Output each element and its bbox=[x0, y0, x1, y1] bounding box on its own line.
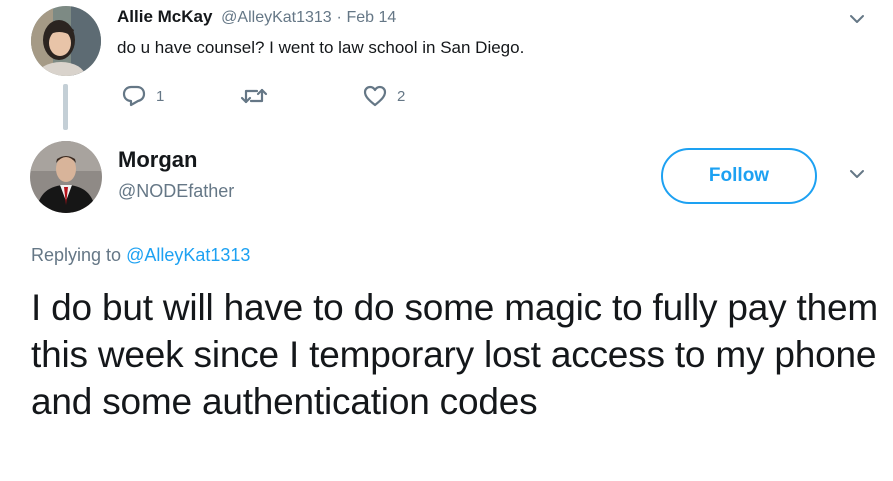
parent-tweet-header: Allie McKay @AlleyKat1313 · Feb 14 bbox=[117, 7, 396, 27]
replying-to-link[interactable]: @AlleyKat1313 bbox=[126, 245, 250, 265]
main-author-handle[interactable]: @NODEfather bbox=[118, 181, 234, 202]
avatar-image bbox=[30, 141, 102, 213]
reply-count: 1 bbox=[156, 87, 165, 105]
heart-icon bbox=[362, 84, 388, 108]
retweet-icon bbox=[239, 84, 269, 108]
reply-button[interactable]: 1 bbox=[121, 84, 164, 108]
chevron-down-icon[interactable] bbox=[846, 163, 868, 185]
tweet-conversation: Allie McKay @AlleyKat1313 · Feb 14 do u … bbox=[0, 0, 893, 481]
parent-author-handle[interactable]: @AlleyKat1313 bbox=[221, 9, 332, 26]
avatar-allie-mckay[interactable] bbox=[31, 6, 101, 76]
like-count: 2 bbox=[397, 87, 406, 105]
retweet-button[interactable] bbox=[239, 84, 278, 108]
avatar-image bbox=[31, 6, 101, 76]
avatar-morgan[interactable] bbox=[30, 141, 102, 213]
like-button[interactable]: 2 bbox=[362, 84, 405, 108]
main-tweet-text: I do but will have to do some magic to f… bbox=[31, 287, 878, 422]
thread-connector-line bbox=[63, 84, 68, 130]
follow-button[interactable]: Follow bbox=[661, 148, 817, 204]
parent-author-name[interactable]: Allie McKay bbox=[117, 7, 212, 26]
parent-tweet-text: do u have counsel? I went to law school … bbox=[117, 38, 525, 57]
header-separator: · bbox=[336, 9, 342, 26]
main-author-name[interactable]: Morgan bbox=[118, 147, 197, 173]
parent-tweet-date[interactable]: Feb 14 bbox=[347, 9, 397, 26]
replying-to-line: Replying to @AlleyKat1313 bbox=[31, 245, 250, 266]
chevron-down-icon[interactable] bbox=[846, 8, 868, 30]
reply-icon bbox=[121, 84, 147, 108]
replying-to-prefix: Replying to bbox=[31, 245, 127, 265]
